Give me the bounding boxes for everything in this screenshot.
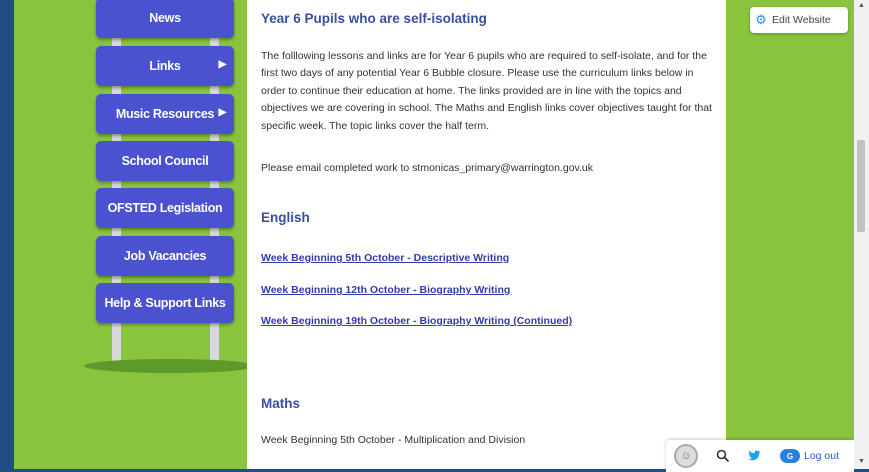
scrollbar-thumb[interactable] xyxy=(857,140,865,232)
gear-icon: ⚙ xyxy=(755,12,767,27)
search-icon[interactable] xyxy=(712,445,734,467)
nav-item-music-resources[interactable]: Music Resources ▶ xyxy=(96,94,234,134)
admin-toolbar: ☺ G Log out xyxy=(666,440,854,472)
maths-heading: Maths xyxy=(261,396,301,411)
english-link-week-12-oct[interactable]: Week Beginning 12th October - Biography … xyxy=(261,284,510,296)
nav-item-label: Job Vacancies xyxy=(123,249,207,263)
nav-item-ofsted-legislation[interactable]: OFSTED Legislation xyxy=(96,188,234,228)
chevron-right-icon: ▶ xyxy=(218,59,227,70)
english-heading: English xyxy=(261,210,310,225)
nav-item-label: Links xyxy=(149,59,181,73)
nav-item-links[interactable]: Links ▶ xyxy=(96,46,234,86)
scroll-down-arrow-icon[interactable]: ▼ xyxy=(857,458,866,465)
nav-item-label: Music Resources xyxy=(115,107,215,121)
avatar-icon[interactable]: ☺ xyxy=(674,444,698,468)
chevron-right-icon: ▶ xyxy=(218,107,227,118)
intro-paragraph: The folllowing lessons and links are for… xyxy=(261,50,712,132)
scroll-up-arrow-icon[interactable]: ▲ xyxy=(857,2,866,9)
maths-item: Week Beginning 5th October - Multiplicat… xyxy=(261,434,526,446)
nav-item-label: Help & Support Links xyxy=(104,296,226,310)
brand-logo-icon: G xyxy=(780,449,800,463)
nav-item-label: School Council xyxy=(121,154,209,168)
email-note: Please email completed work to stmonicas… xyxy=(261,162,594,174)
english-link-week-19-oct[interactable]: Week Beginning 19th October - Biography … xyxy=(261,315,572,327)
edit-website-button[interactable]: ⚙ Edit Website xyxy=(750,7,848,33)
twitter-icon[interactable] xyxy=(744,445,766,467)
logout-label: Log out xyxy=(804,450,840,462)
nav-item-label: OFSTED Legislation xyxy=(107,201,223,215)
logout-button[interactable]: G Log out xyxy=(780,449,839,463)
english-link-week-5-oct[interactable]: Week Beginning 5th October - Descriptive… xyxy=(261,252,509,264)
edit-website-label: Edit Website xyxy=(772,14,831,26)
nav-item-school-council[interactable]: School Council xyxy=(96,141,234,181)
nav-item-label: News xyxy=(149,11,181,25)
nav-item-news[interactable]: News xyxy=(96,0,234,38)
page-background: News Links ▶ Music Resources ▶ School Co… xyxy=(14,0,854,469)
signpost-ground-shadow xyxy=(84,359,256,373)
page-title: Year 6 Pupils who are self-isolating xyxy=(261,11,487,26)
scrollbar-track[interactable] xyxy=(854,0,869,469)
main-content: Year 6 Pupils who are self-isolating The… xyxy=(247,0,726,469)
nav-item-job-vacancies[interactable]: Job Vacancies xyxy=(96,236,234,276)
nav-item-help-support-links[interactable]: Help & Support Links xyxy=(96,283,234,323)
